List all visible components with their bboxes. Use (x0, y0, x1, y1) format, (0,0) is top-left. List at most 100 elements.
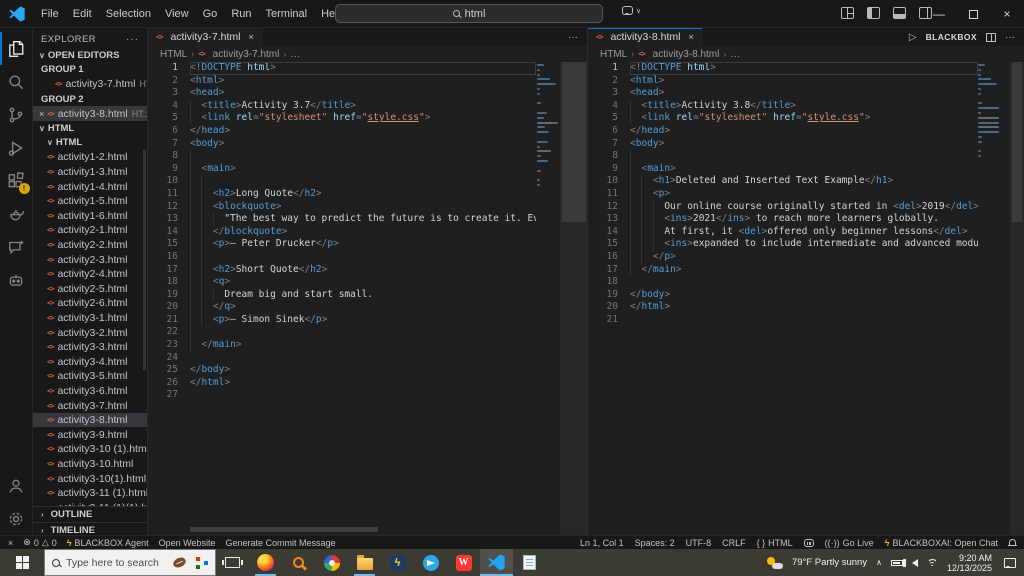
encoding[interactable]: UTF-8 (686, 538, 712, 548)
file-item[interactable]: <> activity3-5.html (33, 369, 147, 384)
vertical-scrollbar[interactable] (560, 62, 587, 535)
file-item[interactable]: <> activity1-6.html (33, 209, 147, 224)
taskbar-app-wps[interactable]: W (447, 549, 480, 576)
file-item[interactable]: <> activity3-3.html (33, 340, 147, 355)
code-line[interactable]: 24 (148, 352, 536, 365)
sidebar-more-actions[interactable]: ··· (126, 34, 139, 45)
file-item[interactable]: <> activity3-6.html (33, 384, 147, 399)
code-line[interactable]: 2 <html> (148, 75, 536, 88)
menu-run[interactable]: Run (224, 5, 258, 23)
open-website-button[interactable]: Open Website (159, 538, 216, 548)
minimap[interactable] (978, 64, 1001, 165)
file-item[interactable]: <> activity3-8.html (33, 412, 147, 428)
tab-activity3-8[interactable]: <> activity3-8.html × (588, 28, 703, 46)
file-item[interactable]: <> activity3-10(1).html (33, 471, 147, 486)
notifications-bell-icon[interactable] (1008, 538, 1017, 546)
problems-indicator[interactable]: ⊗ 0 △ 0 (23, 537, 57, 548)
blackbox-agent-button[interactable]: ϟ BLACKBOX Agent (67, 538, 149, 548)
go-live-button[interactable]: ((·)) Go Live (825, 538, 874, 548)
extensions-icon[interactable]: ! (0, 164, 33, 197)
clock[interactable]: 9:20 AM 12/13/2025 (947, 553, 992, 573)
code-line[interactable]: 9 <main> (588, 162, 978, 176)
file-item[interactable]: <> activity3-7.html (33, 398, 147, 413)
file-item[interactable]: <> activity3-10 (1).html (33, 442, 147, 457)
customize-layout-icon[interactable] (841, 7, 854, 19)
code-line[interactable]: 8 (148, 150, 536, 163)
code-line[interactable]: 13 <ins>2021</ins> to reach more learner… (588, 213, 978, 226)
code-line[interactable]: 21 <p>— Simon Sinek</p> (148, 313, 536, 327)
open-editor-item[interactable]: <> activity3-7.html HT... (33, 77, 147, 92)
menu-selection[interactable]: Selection (99, 5, 158, 23)
code-area[interactable]: 1 <!DOCTYPE html> 2 <html> 3 <head> 4 <title>A… (148, 62, 536, 535)
settings-gear-icon[interactable] (0, 502, 33, 535)
eol-sequence[interactable]: CRLF (722, 538, 746, 548)
code-line[interactable]: 6 </head> (148, 125, 536, 138)
notification-center-icon[interactable] (1004, 557, 1016, 568)
tab-activity3-7[interactable]: <> activity3-7.html × (148, 28, 263, 46)
menu-edit[interactable]: Edit (66, 5, 99, 23)
code-line[interactable]: 19 </body> (588, 289, 978, 302)
file-item[interactable]: <> activity3-1.html (33, 311, 147, 326)
code-line[interactable]: 15 <ins>expanded to include intermediate… (588, 238, 978, 251)
blackbox-button[interactable]: BLACKBOX (926, 32, 977, 42)
toggle-primary-sidebar-icon[interactable] (867, 7, 880, 19)
battery-icon[interactable] (890, 559, 905, 566)
code-line[interactable]: 16 (148, 250, 536, 264)
indentation[interactable]: Spaces: 2 (635, 538, 675, 548)
file-item[interactable]: <> activity3-4.html (33, 354, 147, 369)
taskbar-app-notepad[interactable] (513, 549, 546, 576)
account-icon[interactable] (0, 469, 33, 502)
file-item[interactable]: <> activity1-2.html (33, 150, 147, 165)
code-line[interactable]: 22 (148, 326, 536, 340)
file-item[interactable]: <> activity3-10.html (33, 457, 147, 472)
code-line[interactable]: 18 <q> (148, 276, 536, 289)
code-line[interactable]: 8 (588, 150, 978, 163)
close-icon[interactable]: × (248, 32, 253, 42)
folder-sub-html[interactable]: ∨ HTML (33, 136, 147, 151)
code-line[interactable]: 5 <link rel="stylesheet" href="style.css… (588, 112, 978, 125)
generate-commit-button[interactable]: Generate Commit Message (225, 538, 335, 548)
command-center-search[interactable]: html (335, 4, 603, 23)
code-line[interactable]: 23 </main> (148, 339, 536, 352)
file-item[interactable]: <>activity3-11 (1)(1).html (33, 500, 147, 506)
explorer-icon[interactable] (0, 32, 33, 65)
run-and-debug-icon[interactable] (0, 131, 33, 164)
vertical-scrollbar[interactable] (1010, 62, 1024, 535)
ai-bot-icon[interactable] (0, 263, 33, 296)
editor-more-actions[interactable]: ··· (1005, 32, 1015, 43)
weather-text[interactable]: 79°F Partly sunny (792, 557, 867, 568)
timeline-section[interactable]: › TIMELINE (33, 522, 147, 535)
chat-sparkle-icon[interactable] (0, 230, 33, 263)
copilot-icon[interactable] (803, 538, 814, 547)
close-icon[interactable]: × (39, 109, 44, 119)
taskbar-app-vscode[interactable] (480, 549, 513, 576)
blackbox-lamp-icon[interactable] (0, 197, 33, 230)
code-line[interactable]: 20 </q> (148, 301, 536, 314)
file-item[interactable]: <> activity2-5.html (33, 282, 147, 297)
start-button[interactable] (0, 549, 44, 576)
breadcrumb[interactable]: HTML › <> activity3-7.html › … (148, 46, 587, 62)
search-icon[interactable] (0, 65, 33, 98)
blackbox-chat-button[interactable]: ϟ BLACKBOXAI: Open Chat (885, 538, 998, 548)
code-line[interactable]: 13 "The best way to predict the future i… (148, 213, 536, 226)
code-line[interactable]: 6 </head> (588, 125, 978, 138)
code-line[interactable]: 10 <h1>Deleted and Inserted Text Example… (588, 175, 978, 188)
minimap[interactable] (537, 64, 560, 194)
wifi-icon[interactable] (926, 559, 938, 566)
taskbar-app-paint[interactable] (315, 549, 348, 576)
code-line[interactable]: 10 (148, 175, 536, 188)
maximize-button[interactable] (956, 0, 990, 28)
close-button[interactable]: × (990, 0, 1024, 28)
code-line[interactable]: 11 <p> (588, 187, 978, 201)
outline-section[interactable]: › OUTLINE (33, 506, 147, 522)
source-control-icon[interactable] (0, 98, 33, 131)
menu-terminal[interactable]: Terminal (259, 5, 315, 23)
taskbar-app-telegram[interactable] (414, 549, 447, 576)
code-area[interactable]: 1 <!DOCTYPE html> 2 <html> 3 <head> 4 <title>A… (588, 62, 978, 535)
code-line[interactable]: 21 (588, 314, 978, 327)
file-item[interactable]: <> activity3-9.html (33, 427, 147, 442)
task-view-button[interactable] (216, 549, 249, 576)
menu-file[interactable]: File (34, 5, 66, 23)
code-line[interactable]: 11 <h2>Long Quote</h2> (148, 187, 536, 201)
editor-more-actions[interactable]: ··· (568, 32, 578, 43)
